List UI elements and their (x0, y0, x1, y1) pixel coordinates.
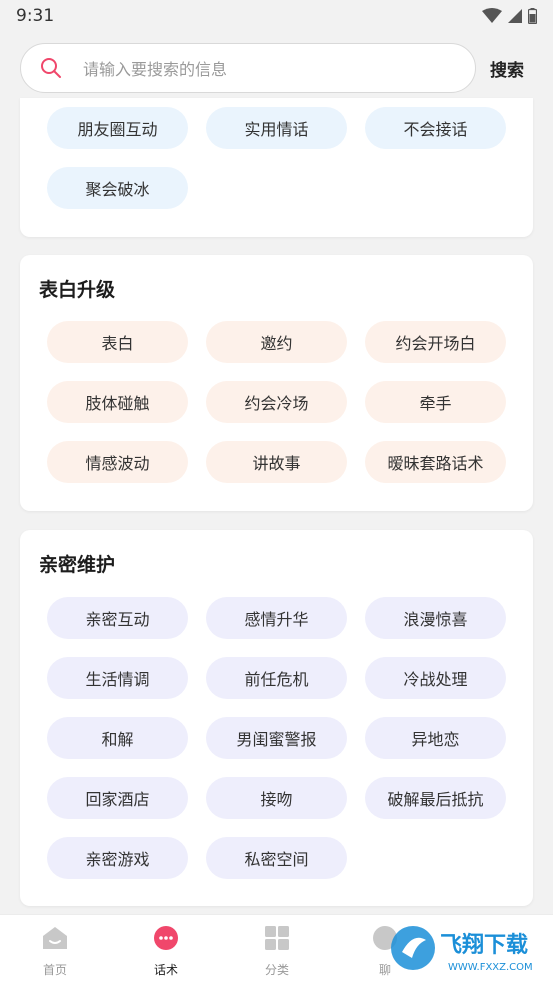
chip-item[interactable]: 冷战处理 (365, 657, 506, 699)
chip-friends-circle[interactable]: 朋友圈互动 (47, 107, 188, 149)
status-icons (482, 8, 537, 24)
chip-item[interactable]: 亲密互动 (47, 597, 188, 639)
chip-item[interactable]: 表白 (47, 321, 188, 363)
chip-item[interactable]: 异地恋 (365, 717, 506, 759)
category-card-intimacy: 亲密维护 亲密互动 感情升华 浪漫惊喜 生活情调 前任危机 冷战处理 和解 男闺… (20, 530, 533, 906)
chip-item[interactable]: 浪漫惊喜 (365, 597, 506, 639)
watermark-text: 飞翔下载 (440, 932, 528, 958)
grid-icon (265, 926, 289, 950)
category-card-social: 朋友圈互动 实用情话 不会接话 聚会破冰 (20, 98, 533, 237)
signal-icon (508, 9, 522, 23)
chip-item[interactable]: 亲密游戏 (47, 837, 188, 879)
chat-bubble-icon (154, 926, 178, 950)
chip-item[interactable]: 牵手 (365, 381, 506, 423)
chip-item[interactable]: 接吻 (206, 777, 347, 819)
card-title: 表白升级 (39, 279, 116, 301)
search-input[interactable]: 请输入要搜索的信息 (20, 43, 476, 93)
chip-item[interactable]: 约会冷场 (206, 381, 347, 423)
chip-item[interactable]: 男闺蜜警报 (206, 717, 347, 759)
chip-item[interactable]: 前任危机 (206, 657, 347, 699)
chip-item[interactable]: 邀约 (206, 321, 347, 363)
chip-item[interactable]: 破解最后抵抗 (365, 777, 506, 819)
nav-item-home[interactable]: 首页 (15, 925, 95, 978)
nav-label: 话术 (153, 963, 178, 977)
search-icon (41, 58, 61, 78)
chip-item[interactable]: 生活情调 (47, 657, 188, 699)
category-card-confession: 表白升级 表白 邀约 约会开场白 肢体碰触 约会冷场 牵手 情感波动 讲故事 暧… (20, 255, 533, 511)
chip-item[interactable]: 肢体碰触 (47, 381, 188, 423)
watermark-url: WWW.FXXZ.COM (448, 962, 533, 973)
nav-label: 首页 (42, 963, 67, 977)
chip-item[interactable]: 回家酒店 (47, 777, 188, 819)
nav-label: 分类 (264, 963, 289, 977)
nav-item-category[interactable]: 分类 (237, 925, 317, 978)
search-bar: 请输入要搜索的信息 搜索 (0, 38, 553, 98)
chip-practical-love-talk[interactable]: 实用情话 (206, 107, 347, 149)
chip-item[interactable]: 感情升华 (206, 597, 347, 639)
chip-item[interactable]: 讲故事 (206, 441, 347, 483)
chip-item[interactable]: 和解 (47, 717, 188, 759)
wifi-icon (482, 8, 502, 23)
home-icon (43, 927, 67, 949)
card-title: 亲密维护 (39, 554, 116, 576)
search-button[interactable]: 搜索 (490, 56, 524, 81)
chip-item[interactable]: 私密空间 (206, 837, 347, 879)
search-placeholder: 请输入要搜索的信息 (83, 60, 228, 79)
chip-cant-reply[interactable]: 不会接话 (365, 107, 506, 149)
chip-item[interactable]: 暧昧套路话术 (365, 441, 506, 483)
watermark-logo: 飞翔下载 WWW.FXXZ.COM (388, 918, 553, 978)
chip-item[interactable]: 情感波动 (47, 441, 188, 483)
battery-icon (528, 8, 537, 24)
clock: 9:31 (16, 6, 55, 26)
status-bar: 9:31 (0, 0, 553, 32)
chip-party-icebreaker[interactable]: 聚会破冰 (47, 167, 188, 209)
nav-item-talk[interactable]: 话术 (126, 925, 206, 978)
chip-item[interactable]: 约会开场白 (365, 321, 506, 363)
